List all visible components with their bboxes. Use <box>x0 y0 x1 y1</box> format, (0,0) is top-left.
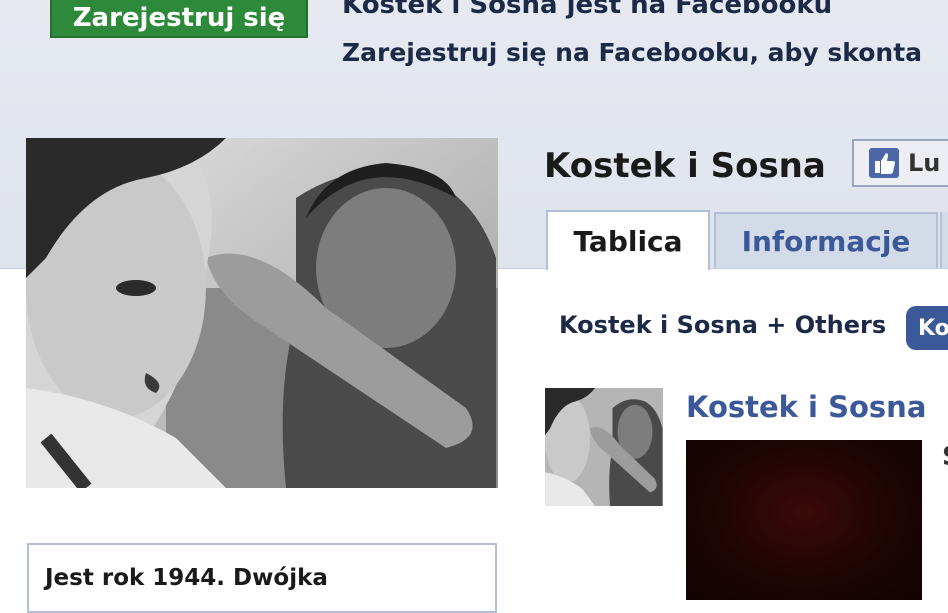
post-author-link[interactable]: Kostek i Sosna <box>686 390 926 424</box>
tab-informacje[interactable]: Informacje <box>714 212 938 268</box>
banner-subtitle: Zarejestruj się na Facebooku, aby skonta <box>342 38 923 67</box>
about-box: Jest rok 1944. Dwójka <box>27 543 497 613</box>
profile-photo[interactable] <box>26 138 498 488</box>
wall-filter-label[interactable]: Kostek i Sosna + Others <box>559 311 886 339</box>
wall-filter-page-button[interactable]: Ko <box>906 306 948 350</box>
banner-title: Kostek i Sosna jest na Facebooku <box>342 0 833 20</box>
post-media[interactable] <box>686 440 922 600</box>
post-author-avatar[interactable] <box>545 388 663 506</box>
about-text: Jest rok 1944. Dwójka <box>45 565 328 591</box>
thumbs-up-icon <box>869 148 899 178</box>
tab-tablica[interactable]: Tablica <box>546 210 710 270</box>
profile-photo-image <box>26 138 498 488</box>
post-side-text: S <box>942 442 948 472</box>
tab-overflow-edge[interactable] <box>940 212 948 268</box>
like-button[interactable]: Lu <box>852 139 948 187</box>
signup-button[interactable]: Zarejestruj się <box>50 0 308 38</box>
avatar-image <box>545 388 663 506</box>
page-title: Kostek i Sosna <box>544 146 826 186</box>
like-button-label: Lu <box>908 149 941 177</box>
